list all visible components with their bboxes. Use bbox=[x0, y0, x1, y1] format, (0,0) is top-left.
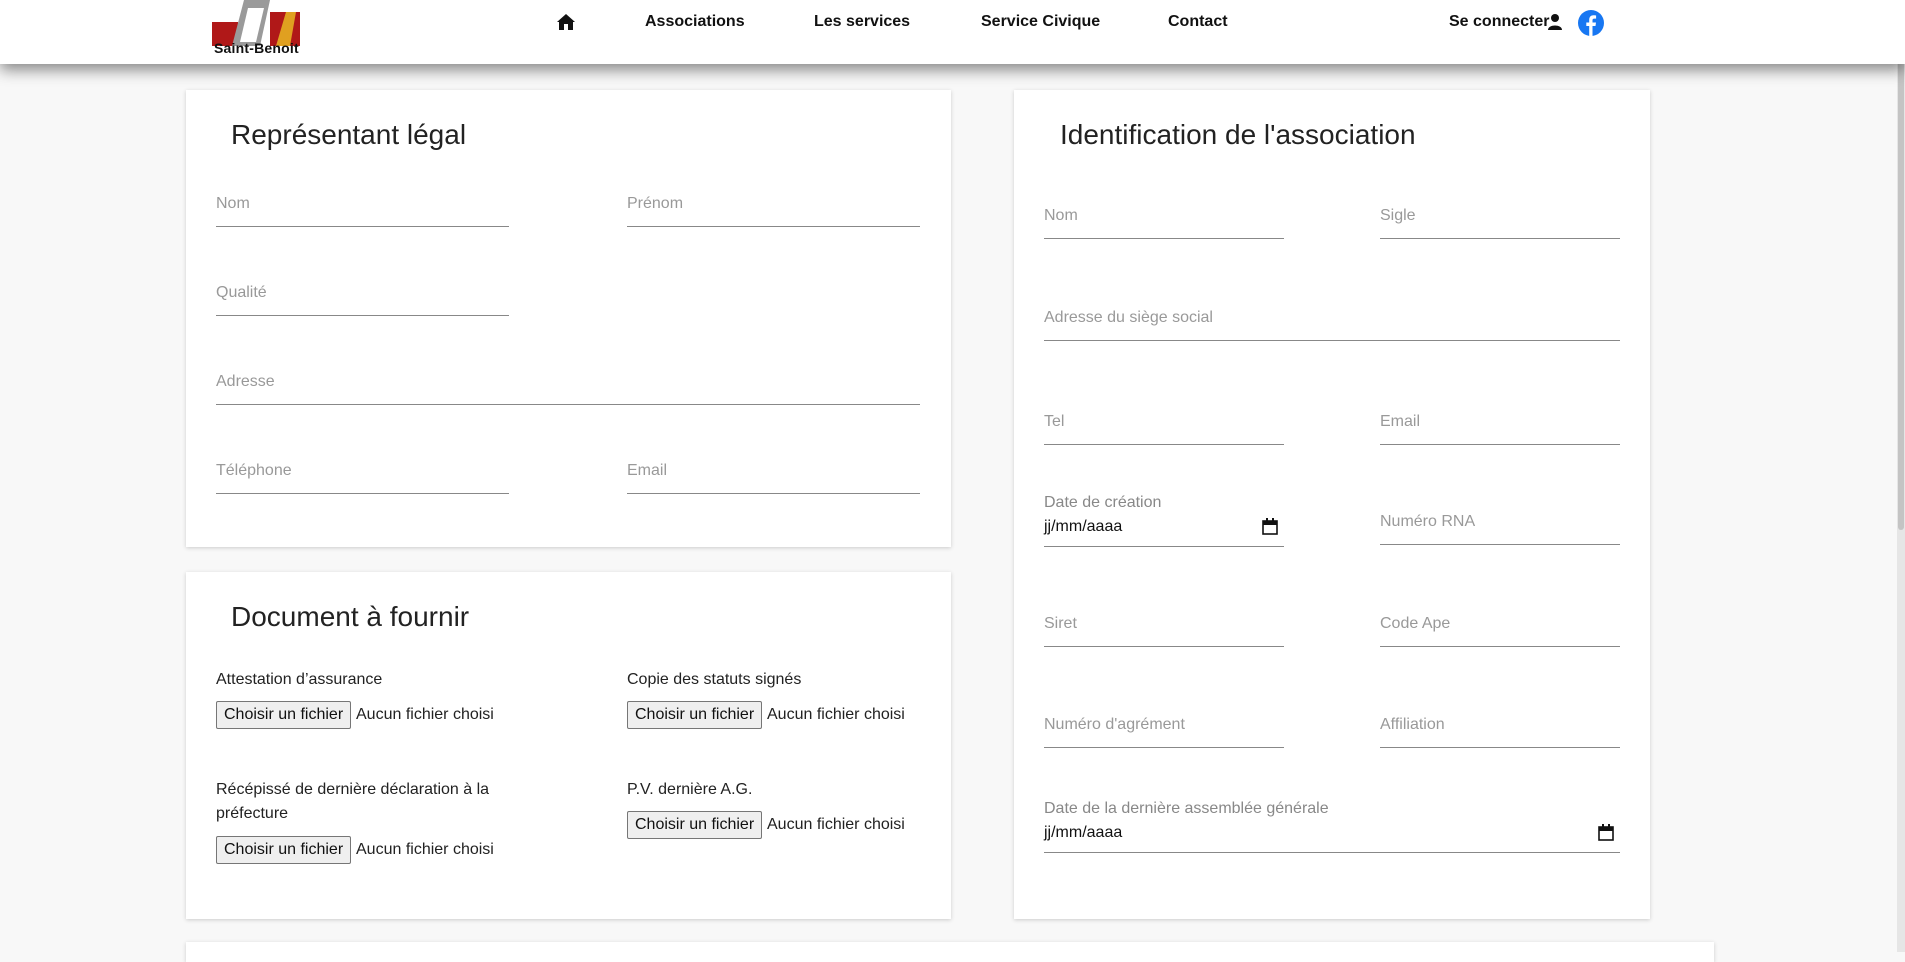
choose-file-button[interactable]: Choisir un fichier bbox=[627, 701, 763, 729]
nav-service-civique[interactable]: Service Civique bbox=[981, 13, 1100, 31]
logo-text: Saint-Benoit bbox=[214, 40, 299, 56]
no-file-text: Aucun fichier choisi bbox=[356, 706, 494, 723]
tel-placeholder: Tel bbox=[1044, 413, 1065, 430]
affiliation-placeholder: Affiliation bbox=[1380, 716, 1445, 733]
login-link[interactable]: Se connecter bbox=[1449, 13, 1549, 31]
nom-placeholder: Nom bbox=[216, 195, 250, 212]
file-label-pv: P.V. dernière A.G. bbox=[627, 781, 753, 798]
telephone-placeholder: Téléphone bbox=[216, 462, 292, 479]
calendar-icon[interactable] bbox=[1262, 518, 1278, 535]
association-agrement-field[interactable]: Numéro d'agrément bbox=[1044, 705, 1284, 748]
association-email-field[interactable]: Email bbox=[1380, 402, 1620, 445]
code-ape-placeholder: Code Ape bbox=[1380, 615, 1451, 632]
scrollbar-thumb[interactable] bbox=[1898, 0, 1904, 530]
choose-file-button[interactable]: Choisir un fichier bbox=[627, 811, 763, 839]
legal-rep-qualite-field[interactable]: Qualité bbox=[216, 273, 509, 316]
file-label-receipt: Récépissé de dernière déclaration à la p… bbox=[216, 781, 490, 822]
choose-file-button[interactable]: Choisir un fichier bbox=[216, 836, 352, 864]
legal-rep-telephone-field[interactable]: Téléphone bbox=[216, 451, 509, 494]
agrement-placeholder: Numéro d'agrément bbox=[1044, 716, 1185, 733]
top-navbar: Saint-Benoit Associations Les services S… bbox=[0, 0, 1905, 64]
association-code-ape-field[interactable]: Code Ape bbox=[1380, 604, 1620, 647]
choose-file-button[interactable]: Choisir un fichier bbox=[216, 701, 352, 729]
card-title: Représentant légal bbox=[231, 119, 467, 150]
card-title: Identification de l'association bbox=[1060, 119, 1416, 150]
email-placeholder: Email bbox=[1380, 413, 1421, 430]
file-label-statutes: Copie des statuts signés bbox=[627, 671, 802, 688]
association-card: Identification de l'association Nom Sigl… bbox=[1014, 90, 1650, 919]
association-adresse-field[interactable]: Adresse du siège social bbox=[1044, 298, 1620, 341]
email-placeholder: Email bbox=[627, 462, 668, 479]
nav-associations[interactable]: Associations bbox=[645, 13, 745, 31]
legal-rep-adresse-field[interactable]: Adresse bbox=[216, 362, 920, 405]
no-file-text: Aucun fichier choisi bbox=[767, 816, 905, 833]
adresse-placeholder: Adresse du siège social bbox=[1044, 309, 1213, 326]
no-file-text: Aucun fichier choisi bbox=[767, 706, 905, 723]
home-icon[interactable] bbox=[556, 13, 576, 31]
legal-representative-card: Représentant légal Nom Prénom Qualité Ad… bbox=[186, 90, 951, 547]
date-ag-value: jj/mm/aaaa bbox=[1044, 824, 1123, 841]
file-label-insurance: Attestation d’assurance bbox=[216, 671, 383, 688]
date-creation-field[interactable]: Date de création jj/mm/aaaa bbox=[1044, 494, 1284, 547]
association-affiliation-field[interactable]: Affiliation bbox=[1380, 705, 1620, 748]
legal-rep-nom-field[interactable]: Nom bbox=[216, 184, 509, 227]
siret-placeholder: Siret bbox=[1044, 615, 1077, 632]
calendar-icon[interactable] bbox=[1598, 824, 1614, 841]
prenom-placeholder: Prénom bbox=[627, 195, 684, 212]
documents-card: Document à fournir Attestation d’assuran… bbox=[186, 572, 951, 919]
qualite-placeholder: Qualité bbox=[216, 284, 267, 301]
legal-rep-prenom-field[interactable]: Prénom bbox=[627, 184, 920, 227]
association-nom-field[interactable]: Nom bbox=[1044, 196, 1284, 239]
next-section-card bbox=[186, 942, 1714, 962]
nav-contact[interactable]: Contact bbox=[1168, 13, 1228, 31]
user-icon[interactable] bbox=[1547, 13, 1563, 30]
rna-placeholder: Numéro RNA bbox=[1380, 513, 1476, 530]
sigle-placeholder: Sigle bbox=[1380, 207, 1416, 224]
association-sigle-field[interactable]: Sigle bbox=[1380, 196, 1620, 239]
legal-rep-email-field[interactable]: Email bbox=[627, 451, 920, 494]
date-ag-label: Date de la dernière assemblée générale bbox=[1044, 800, 1329, 817]
date-ag-field[interactable]: Date de la dernière assemblée générale j… bbox=[1044, 800, 1620, 853]
date-creation-label: Date de création bbox=[1044, 494, 1162, 511]
card-title: Document à fournir bbox=[231, 601, 470, 632]
no-file-text: Aucun fichier choisi bbox=[356, 841, 494, 858]
association-rna-field[interactable]: Numéro RNA bbox=[1380, 502, 1620, 545]
date-creation-value: jj/mm/aaaa bbox=[1044, 518, 1123, 535]
association-siret-field[interactable]: Siret bbox=[1044, 604, 1284, 647]
association-tel-field[interactable]: Tel bbox=[1044, 402, 1284, 445]
adresse-placeholder: Adresse bbox=[216, 373, 275, 390]
scrollbar[interactable] bbox=[1897, 0, 1905, 952]
facebook-icon[interactable] bbox=[1578, 10, 1604, 37]
nav-services[interactable]: Les services bbox=[814, 13, 910, 31]
nom-placeholder: Nom bbox=[1044, 207, 1078, 224]
